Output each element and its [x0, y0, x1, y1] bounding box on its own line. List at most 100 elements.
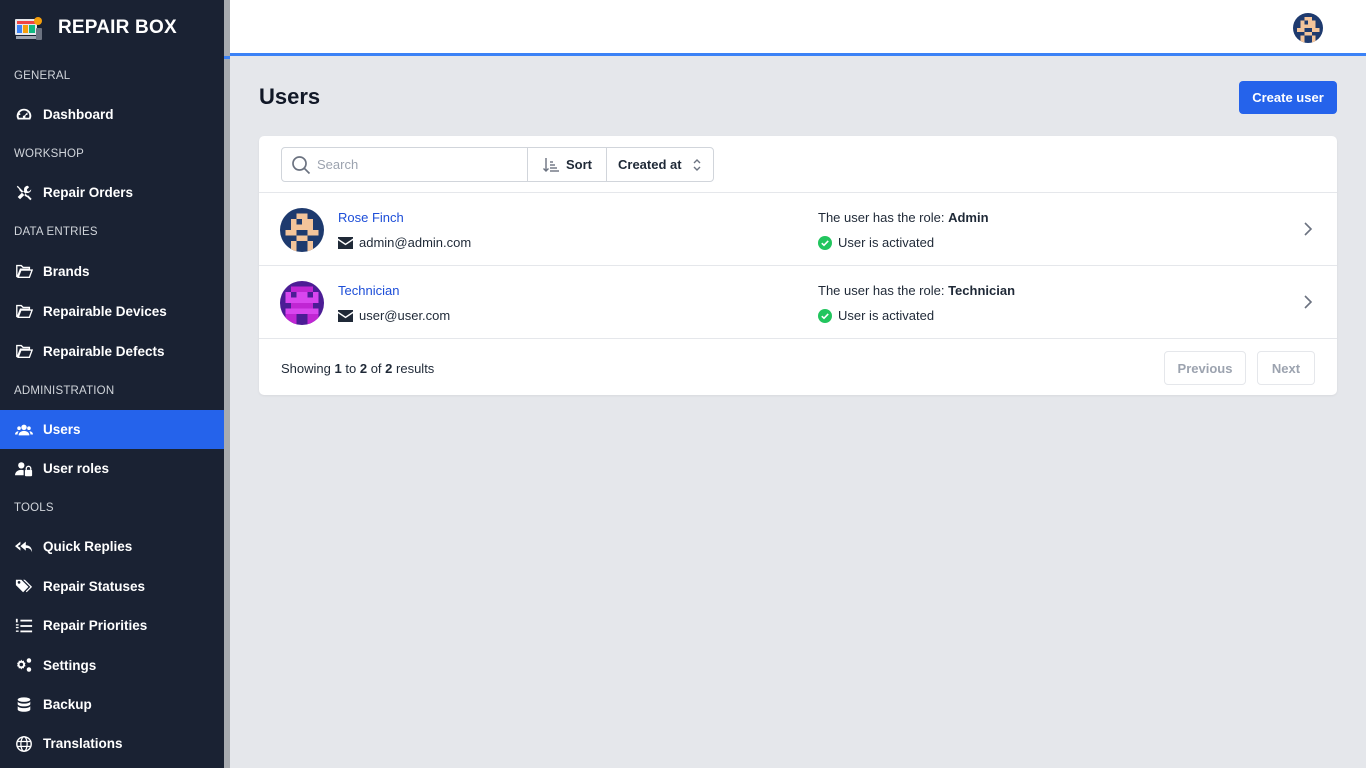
avatar[interactable] — [1293, 13, 1323, 43]
envelope-icon — [338, 309, 353, 322]
user-email-text: user@user.com — [359, 308, 451, 323]
sidebar-item-label: Settings — [43, 657, 97, 673]
user-status: User is activated — [818, 235, 934, 250]
sidebar: REPAIR BOX GENERAL Dashboard WORKSHOP Re… — [0, 0, 224, 768]
chevron-up-down-icon — [693, 159, 701, 171]
pagination-total: 2 — [385, 361, 393, 376]
user-email: admin@admin.com — [338, 235, 471, 250]
role-name: Admin — [948, 210, 989, 225]
users-card: Sort Created at Rose Finch — [259, 136, 1337, 395]
folder-open-icon — [14, 261, 34, 281]
sort-button[interactable]: Sort — [528, 148, 607, 181]
role-prefix: The user has the role: — [818, 210, 949, 225]
pagination-to-word: to — [345, 361, 357, 376]
list-toolbar: Sort Created at — [259, 136, 1337, 193]
user-role: The user has the role: Technician — [818, 283, 1015, 298]
tags-icon — [14, 576, 34, 596]
user-name-link[interactable]: Technician — [338, 283, 399, 298]
sidebar-item-label: Translations — [43, 736, 123, 751]
section-general: GENERAL — [14, 69, 71, 82]
pagination-showing: Showing — [281, 361, 331, 376]
table-row[interactable]: Technician user@user.com The user has th… — [259, 266, 1337, 339]
chevron-right-icon — [1304, 295, 1313, 309]
tools-icon — [14, 183, 34, 203]
sidebar-item-repair-orders[interactable]: Repair Orders — [0, 173, 224, 212]
sort-field-value: Created at — [618, 157, 682, 172]
section-administration: ADMINISTRATION — [14, 384, 115, 397]
role-name: Technician — [948, 283, 1016, 298]
chevron-right-icon — [1304, 222, 1313, 236]
repair-box-logo-icon — [15, 17, 42, 40]
section-workshop: WORKSHOP — [14, 147, 84, 160]
sidebar-item-label: Repairable Defects — [43, 343, 165, 359]
user-name-link[interactable]: Rose Finch — [338, 210, 404, 225]
status-text: User is activated — [838, 308, 935, 323]
folder-open-icon — [14, 301, 34, 321]
user-status: User is activated — [818, 308, 934, 323]
search-box[interactable] — [282, 148, 528, 181]
table-row[interactable]: Rose Finch admin@admin.com The user has … — [259, 193, 1337, 266]
sidebar-item-repairable-devices[interactable]: Repairable Devices — [0, 291, 224, 331]
reply-all-icon — [14, 537, 34, 557]
section-data-entries: DATA ENTRIES — [14, 225, 98, 238]
section-tools: TOOLS — [14, 501, 54, 514]
pagination: Showing 1 to 2 of 2 results Previous Nex… — [259, 339, 1337, 396]
pagination-to: 2 — [359, 361, 368, 376]
sidebar-item-label: Repair Statuses — [43, 578, 146, 594]
next-page-button[interactable]: Next — [1257, 351, 1315, 385]
sidebar-item-quick-replies[interactable]: Quick Replies — [0, 527, 224, 566]
role-prefix: The user has the role: — [818, 283, 949, 298]
sidebar-item-repairable-defects[interactable]: Repairable Defects — [0, 331, 224, 371]
sidebar-item-label: Users — [43, 422, 81, 437]
sidebar-item-label: Brands — [43, 263, 90, 279]
sidebar-item-settings[interactable]: Settings — [0, 645, 224, 685]
user-email-text: admin@admin.com — [359, 235, 472, 250]
page-title: Users — [259, 84, 321, 109]
envelope-icon — [338, 236, 353, 249]
sidebar-item-translations[interactable]: Translations — [0, 724, 224, 763]
sidebar-item-label: User roles — [43, 461, 110, 476]
check-circle-icon — [818, 235, 832, 250]
avatar — [280, 208, 324, 252]
sidebar-item-label: Repair Priorities — [43, 618, 148, 633]
globe-icon — [14, 734, 34, 754]
cogs-icon — [14, 655, 34, 675]
check-circle-icon — [818, 308, 832, 323]
pagination-summary: Showing 1 to 2 of 2 results — [281, 361, 434, 376]
users-icon — [14, 420, 34, 440]
sort-label: Sort — [566, 157, 592, 172]
top-bar-accent — [224, 56, 230, 59]
brand[interactable]: REPAIR BOX — [0, 0, 224, 56]
sidebar-item-backup[interactable]: Backup — [0, 685, 224, 724]
pagination-from: 1 — [334, 361, 342, 376]
sidebar-item-label: Backup — [43, 697, 92, 712]
sidebar-item-label: Repair Orders — [43, 185, 134, 200]
sidebar-item-label: Dashboard — [43, 107, 114, 122]
sidebar-item-user-roles[interactable]: User roles — [0, 449, 224, 488]
sidebar-item-dashboard[interactable]: Dashboard — [0, 95, 224, 134]
sidebar-scrollbar[interactable] — [224, 0, 230, 768]
sidebar-item-brands[interactable]: Brands — [0, 251, 224, 291]
sidebar-item-label: Quick Replies — [43, 539, 133, 554]
sidebar-item-repair-priorities[interactable]: Repair Priorities — [0, 606, 224, 645]
pagination-of-word: of — [370, 361, 382, 376]
user-role: The user has the role: Admin — [818, 210, 989, 225]
sort-amount-icon — [543, 157, 559, 172]
search-input[interactable] — [317, 157, 507, 172]
pagination-results: results — [396, 361, 435, 376]
list-ol-icon — [14, 616, 34, 636]
top-bar — [230, 0, 1366, 56]
folder-open-icon — [14, 341, 34, 361]
database-icon — [14, 695, 34, 715]
search-icon — [292, 155, 311, 174]
sidebar-item-repair-statuses[interactable]: Repair Statuses — [0, 566, 224, 606]
avatar — [280, 281, 324, 325]
create-user-button[interactable]: Create user — [1239, 81, 1337, 114]
sort-field-select[interactable]: Created at — [607, 148, 713, 181]
gauge-icon — [14, 105, 34, 125]
search-sort-group: Sort Created at — [281, 147, 714, 182]
sidebar-item-users[interactable]: Users — [0, 410, 224, 449]
user-lock-icon — [14, 459, 34, 479]
app-name: REPAIR BOX — [58, 17, 177, 38]
previous-page-button[interactable]: Previous — [1164, 351, 1246, 385]
